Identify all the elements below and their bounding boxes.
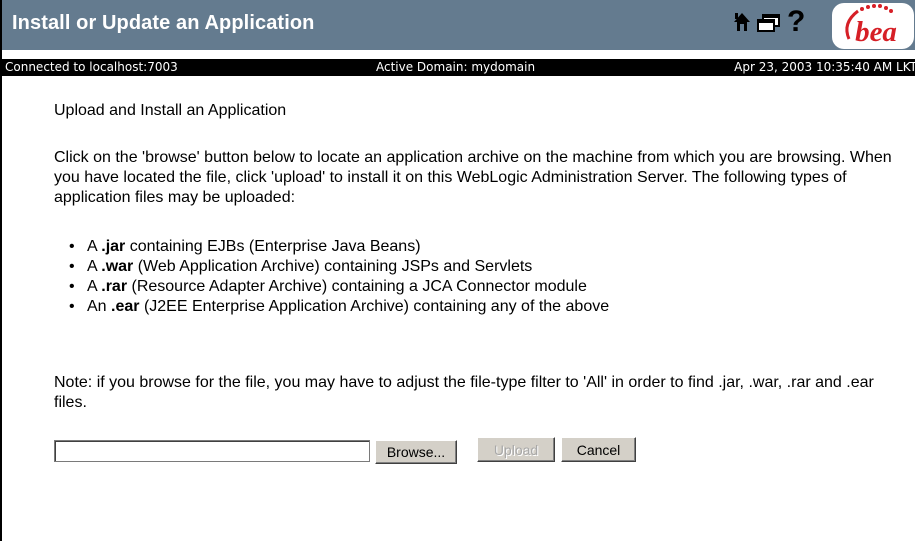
window-icon[interactable] (757, 14, 781, 32)
file-type-list: A .jar containing EJBs (Enterprise Java … (69, 237, 609, 317)
note-text: Note: if you browse for the file, you ma… (54, 374, 874, 411)
status-bar: Connected to localhost:7003 Active Domai… (2, 59, 915, 76)
section-heading: Upload and Install an Application (54, 102, 287, 119)
cancel-button[interactable]: Cancel (561, 437, 636, 462)
list-item: A .jar containing EJBs (Enterprise Java … (69, 237, 609, 257)
browse-button[interactable]: Browse... (375, 440, 457, 464)
list-item: An .ear (J2EE Enterprise Application Arc… (69, 297, 609, 317)
bea-logo: bea (832, 3, 914, 49)
active-domain: Active Domain: mydomain (376, 60, 536, 74)
connection-status: Connected to localhost:7003 (5, 60, 178, 74)
upload-button[interactable]: Upload (477, 437, 555, 462)
status-timestamp: Apr 23, 2003 10:35:40 AM LKT (734, 60, 915, 74)
home-icon[interactable] (733, 12, 751, 32)
intro-text: Click on the 'browse' button below to lo… (54, 149, 892, 206)
title-bar: Install or Update an Application ? bea (2, 0, 915, 50)
list-item: A .war (Web Application Archive) contain… (69, 257, 609, 277)
file-path-input[interactable] (54, 440, 370, 462)
help-icon[interactable]: ? (787, 7, 805, 37)
page-title: Install or Update an Application (12, 12, 315, 34)
logo-text: bea (855, 16, 897, 48)
list-item: A .rar (Resource Adapter Archive) contai… (69, 277, 609, 297)
app-frame: Install or Update an Application ? bea C… (0, 0, 915, 541)
